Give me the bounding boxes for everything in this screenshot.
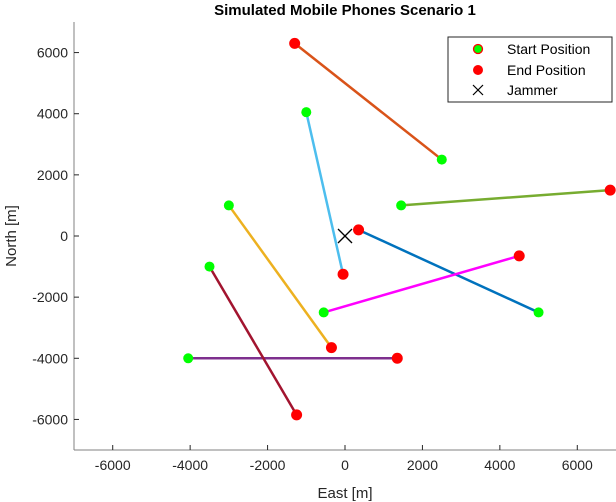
trajectory-line-phone-7: [208, 265, 298, 416]
start-marker-phone-2: [436, 154, 447, 165]
end-marker-phone-7: [291, 409, 303, 421]
legend-start-marker: [472, 43, 484, 55]
y-tick-label: -6000: [32, 411, 68, 427]
x-axis-label: East [m]: [317, 485, 372, 502]
legend-jammer-label: Jammer: [507, 82, 558, 98]
trajectory-line-phone-1: [358, 228, 540, 314]
end-marker-phone-2: [289, 37, 301, 49]
start-marker-phone-1: [533, 307, 544, 318]
y-tick-label: -4000: [32, 350, 68, 366]
end-marker-phone-8: [513, 250, 525, 262]
start-marker-phone-3: [223, 200, 234, 211]
y-tick-label: 6000: [37, 45, 68, 61]
y-tick-label: -2000: [32, 289, 68, 305]
legend-end-label: End Position: [507, 62, 586, 78]
start-marker-phone-8: [318, 307, 329, 318]
start-marker-phone-5: [396, 200, 407, 211]
legend-start-label: Start Position: [507, 41, 590, 57]
end-marker-phone-1: [353, 224, 365, 236]
end-marker-phone-4: [391, 352, 403, 364]
legend: Start Position End Position Jammer: [447, 36, 613, 103]
start-marker-phone-4: [183, 353, 194, 364]
x-tick-label: -2000: [250, 457, 286, 473]
x-tick-label: 0: [341, 457, 349, 473]
chart-title: Simulated Mobile Phones Scenario 1: [214, 2, 476, 19]
trajectory-line-phone-8: [323, 254, 520, 314]
end-marker-phone-6: [337, 268, 349, 280]
x-tick-label: -6000: [95, 457, 131, 473]
start-marker-phone-6: [301, 107, 312, 118]
y-tick-label: 4000: [37, 106, 68, 122]
y-axis-label: North [m]: [3, 205, 20, 267]
jammer-marker: [337, 228, 353, 244]
start-marker-phone-7: [204, 261, 215, 272]
end-marker-phone-3: [325, 342, 337, 354]
y-tick-label: 2000: [37, 167, 68, 183]
trajectory-line-phone-6: [305, 111, 345, 275]
end-marker-phone-5: [604, 184, 616, 196]
legend-end-marker: [473, 65, 483, 75]
y-tick-label: 0: [60, 228, 68, 244]
trajectory-line-phone-2: [293, 42, 443, 161]
x-tick-label: 6000: [562, 457, 593, 473]
x-tick-label: 2000: [407, 457, 438, 473]
x-tick-label: 4000: [484, 457, 515, 473]
x-tick-label: -4000: [172, 457, 208, 473]
trajectory-line-phone-5: [401, 188, 611, 207]
chart: -6000 -4000 -2000 0 2000 4000 6000 -6000 -4000 -2…: [3, 2, 616, 502]
